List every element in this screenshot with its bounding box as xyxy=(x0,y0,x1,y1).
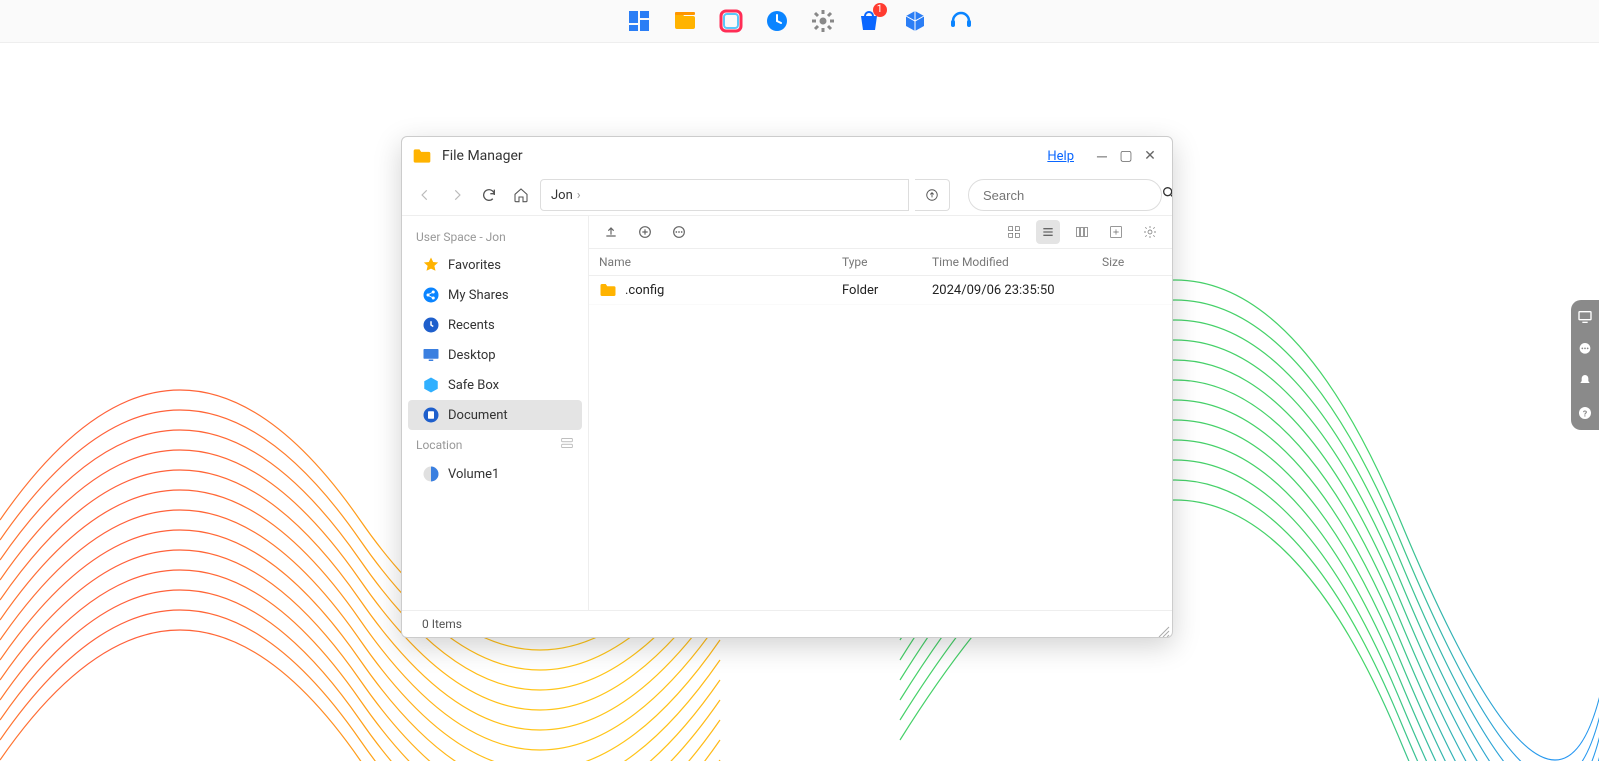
sidebar-item-safe-box[interactable]: Safe Box xyxy=(408,370,582,400)
file-type: Folder xyxy=(842,283,932,298)
storage-manage-icon[interactable] xyxy=(560,436,574,453)
nav-forward-button[interactable] xyxy=(444,182,470,208)
column-size[interactable]: Size xyxy=(1102,255,1162,269)
home-button[interactable] xyxy=(508,182,534,208)
go-up-button[interactable] xyxy=(915,179,950,211)
dock-file-manager-icon[interactable] xyxy=(673,9,697,33)
sidebar-section-location: Location xyxy=(402,430,588,459)
folder-icon xyxy=(599,281,617,299)
add-panel-button[interactable] xyxy=(1104,220,1128,244)
sidebar-item-label: Favorites xyxy=(448,258,501,273)
star-icon xyxy=(422,256,440,274)
dock-settings-icon[interactable] xyxy=(811,9,835,33)
dock-photos-icon[interactable] xyxy=(719,9,743,33)
sidebar-item-volume1[interactable]: Volume1 xyxy=(408,459,582,489)
file-rows[interactable]: .config Folder 2024/09/06 23:35:50 xyxy=(589,276,1172,610)
dock-apps-icon[interactable] xyxy=(627,9,651,33)
view-list-button[interactable] xyxy=(1036,220,1060,244)
side-panel-chat-icon[interactable] xyxy=(1576,340,1594,358)
search-input[interactable] xyxy=(981,187,1161,204)
side-panel: ? xyxy=(1571,300,1599,430)
status-text: 0 Items xyxy=(422,617,462,631)
dock-support-icon[interactable] xyxy=(949,9,973,33)
recent-icon xyxy=(422,316,440,334)
maximize-button[interactable]: ▢ xyxy=(1114,144,1138,168)
sidebar-item-label: Volume1 xyxy=(448,467,499,482)
more-button[interactable] xyxy=(667,220,691,244)
svg-text:?: ? xyxy=(1583,409,1587,419)
share-icon xyxy=(422,286,440,304)
sidebar-item-label: My Shares xyxy=(448,288,509,303)
column-modified[interactable]: Time Modified xyxy=(932,255,1102,269)
chevron-right-icon: › xyxy=(577,188,581,203)
resize-handle[interactable] xyxy=(1158,623,1170,635)
column-header: Name Type Time Modified Size xyxy=(589,249,1172,276)
search-icon xyxy=(1161,185,1173,205)
sidebar-section-user: User Space - Jon xyxy=(402,224,588,250)
sidebar-item-my-shares[interactable]: My Shares xyxy=(408,280,582,310)
window-title: File Manager xyxy=(442,148,523,164)
file-name: .config xyxy=(625,283,842,298)
volume-icon xyxy=(422,465,440,483)
view-columns-button[interactable] xyxy=(1070,220,1094,244)
dock: 1 xyxy=(0,0,1599,43)
search-box[interactable] xyxy=(968,179,1162,211)
file-manager-window: File Manager Help ─ ▢ ✕ Jon › User Space… xyxy=(401,136,1173,638)
settings-view-button[interactable] xyxy=(1138,220,1162,244)
breadcrumb-item[interactable]: Jon xyxy=(551,188,573,203)
desktop-icon xyxy=(422,346,440,364)
dock-store-badge: 1 xyxy=(873,3,887,17)
sidebar-item-desktop[interactable]: Desktop xyxy=(408,340,582,370)
document-icon xyxy=(422,406,440,424)
list-toolbar xyxy=(589,216,1172,249)
table-row[interactable]: .config Folder 2024/09/06 23:35:50 xyxy=(589,276,1172,305)
side-panel-monitor-icon[interactable] xyxy=(1576,308,1594,326)
upload-button[interactable] xyxy=(599,220,623,244)
dock-store-icon[interactable]: 1 xyxy=(857,9,881,33)
view-grid-button[interactable] xyxy=(1002,220,1026,244)
column-type[interactable]: Type xyxy=(842,255,932,269)
dock-container-icon[interactable] xyxy=(903,9,927,33)
help-link[interactable]: Help xyxy=(1047,149,1074,164)
file-modified: 2024/09/06 23:35:50 xyxy=(932,283,1102,298)
sidebar-item-label: Safe Box xyxy=(448,378,499,393)
file-list-pane: Name Type Time Modified Size .config Fol… xyxy=(589,216,1172,610)
sidebar-item-label: Desktop xyxy=(448,348,496,363)
sidebar-item-recents[interactable]: Recents xyxy=(408,310,582,340)
titlebar[interactable]: File Manager Help ─ ▢ ✕ xyxy=(402,137,1172,175)
sidebar-item-document[interactable]: Document xyxy=(408,400,582,430)
dock-backup-icon[interactable] xyxy=(765,9,789,33)
toolbar: Jon › xyxy=(402,175,1172,215)
side-panel-help-icon[interactable]: ? xyxy=(1576,404,1594,422)
sidebar-item-label: Recents xyxy=(448,318,495,333)
safebox-icon xyxy=(422,376,440,394)
refresh-button[interactable] xyxy=(476,182,502,208)
close-button[interactable]: ✕ xyxy=(1138,144,1162,168)
sidebar-item-label: Document xyxy=(448,408,508,423)
side-panel-bell-icon[interactable] xyxy=(1576,372,1594,390)
statusbar: 0 Items xyxy=(402,610,1172,637)
column-name[interactable]: Name xyxy=(599,255,842,269)
sidebar-item-favorites[interactable]: Favorites xyxy=(408,250,582,280)
new-button[interactable] xyxy=(633,220,657,244)
breadcrumb-bar[interactable]: Jon › xyxy=(540,179,909,211)
nav-back-button[interactable] xyxy=(412,182,438,208)
folder-icon xyxy=(412,146,432,166)
minimize-button[interactable]: ─ xyxy=(1090,144,1114,168)
sidebar: User Space - Jon Favorites My Shares Rec… xyxy=(402,216,589,610)
